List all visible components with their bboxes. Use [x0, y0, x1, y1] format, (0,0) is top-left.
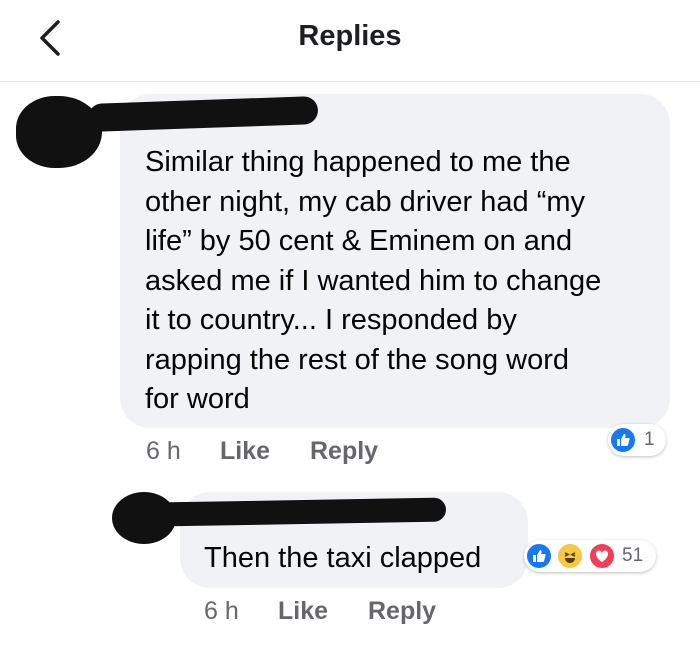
comment-line: it to country... I responded by	[145, 304, 517, 336]
reply-timestamp: 6 h	[204, 597, 239, 625]
love-icon	[588, 542, 616, 570]
comment-like-button[interactable]: Like	[220, 437, 270, 466]
like-icon	[609, 426, 637, 454]
page-title: Replies	[298, 20, 402, 52]
comment-line: asked me if I wanted him to change	[145, 264, 602, 297]
comment-line: rapping the rest of the song word	[145, 343, 569, 376]
like-icon	[525, 542, 553, 570]
reply-text: Then the taxi clapped	[204, 542, 482, 574]
comment-text: Similar thing happened to me the other n…	[145, 143, 601, 420]
comment-reactions[interactable]: 1	[608, 424, 666, 456]
replies-header: Replies	[0, 0, 700, 82]
reply-reaction-count: 51	[622, 545, 644, 566]
replier-name-redacted	[157, 497, 447, 527]
reply-reply-button[interactable]: Reply	[368, 597, 436, 626]
comment-reaction-count: 1	[644, 429, 655, 450]
comment-line: life” by 50 cent & Eminem on and	[145, 225, 573, 257]
comment-line: Similar thing happened to me the	[145, 146, 571, 178]
comment-timestamp: 6 h	[146, 437, 181, 465]
comment-line: for word	[145, 383, 250, 415]
reply-reactions[interactable]: 51	[524, 540, 656, 572]
reply-like-button[interactable]: Like	[278, 597, 328, 626]
comment-line: other night, my cab driver had “my	[145, 185, 586, 218]
comment-reply-button[interactable]: Reply	[310, 437, 378, 466]
haha-icon	[556, 542, 584, 570]
commenter-avatar[interactable]	[16, 96, 102, 168]
